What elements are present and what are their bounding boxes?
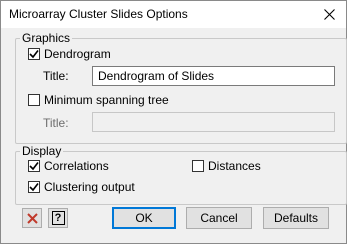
clear-button[interactable] [22,208,42,228]
mst-checkbox-box[interactable] [28,94,40,106]
clustering-output-label: Clustering output [44,180,135,194]
distances-checkbox[interactable]: Distances [192,159,261,173]
distances-label: Distances [208,159,261,173]
close-button[interactable] [318,4,340,24]
dendrogram-title-field[interactable]: Dendrogram of Slides [92,66,335,86]
title1-label: Title: [43,69,69,83]
checkmark-icon [29,50,39,59]
dendrogram-checkbox-box[interactable] [28,48,40,60]
help-button[interactable]: ? [48,208,68,228]
mst-checkbox[interactable]: Minimum spanning tree [28,93,169,107]
correlations-label: Correlations [44,159,109,173]
checkmark-icon [29,162,39,171]
dendrogram-checkbox[interactable]: Dendrogram [28,47,111,61]
display-legend: Display [20,144,64,158]
dendrogram-label: Dendrogram [44,47,111,61]
ok-button[interactable]: OK [112,207,176,229]
options-dialog: Microarray Cluster Slides Options Graphi… [0,0,347,244]
distances-checkbox-box[interactable] [192,160,204,172]
graphics-legend: Graphics [20,31,73,45]
clustering-output-checkbox[interactable]: Clustering output [28,180,135,194]
correlations-checkbox-box[interactable] [28,160,40,172]
window-title: Microarray Cluster Slides Options [9,7,188,21]
title-bar: Microarray Cluster Slides Options [1,1,346,28]
close-icon [323,8,335,20]
mst-label: Minimum spanning tree [44,93,169,107]
correlations-checkbox[interactable]: Correlations [28,159,109,173]
clear-x-icon [26,212,38,224]
title2-label: Title: [43,116,69,130]
checkmark-icon [29,183,39,192]
mst-title-field[interactable] [92,112,335,132]
clustering-output-checkbox-box[interactable] [28,181,40,193]
cancel-button[interactable]: Cancel [186,207,252,229]
help-icon: ? [51,211,65,225]
defaults-button[interactable]: Defaults [263,207,329,229]
